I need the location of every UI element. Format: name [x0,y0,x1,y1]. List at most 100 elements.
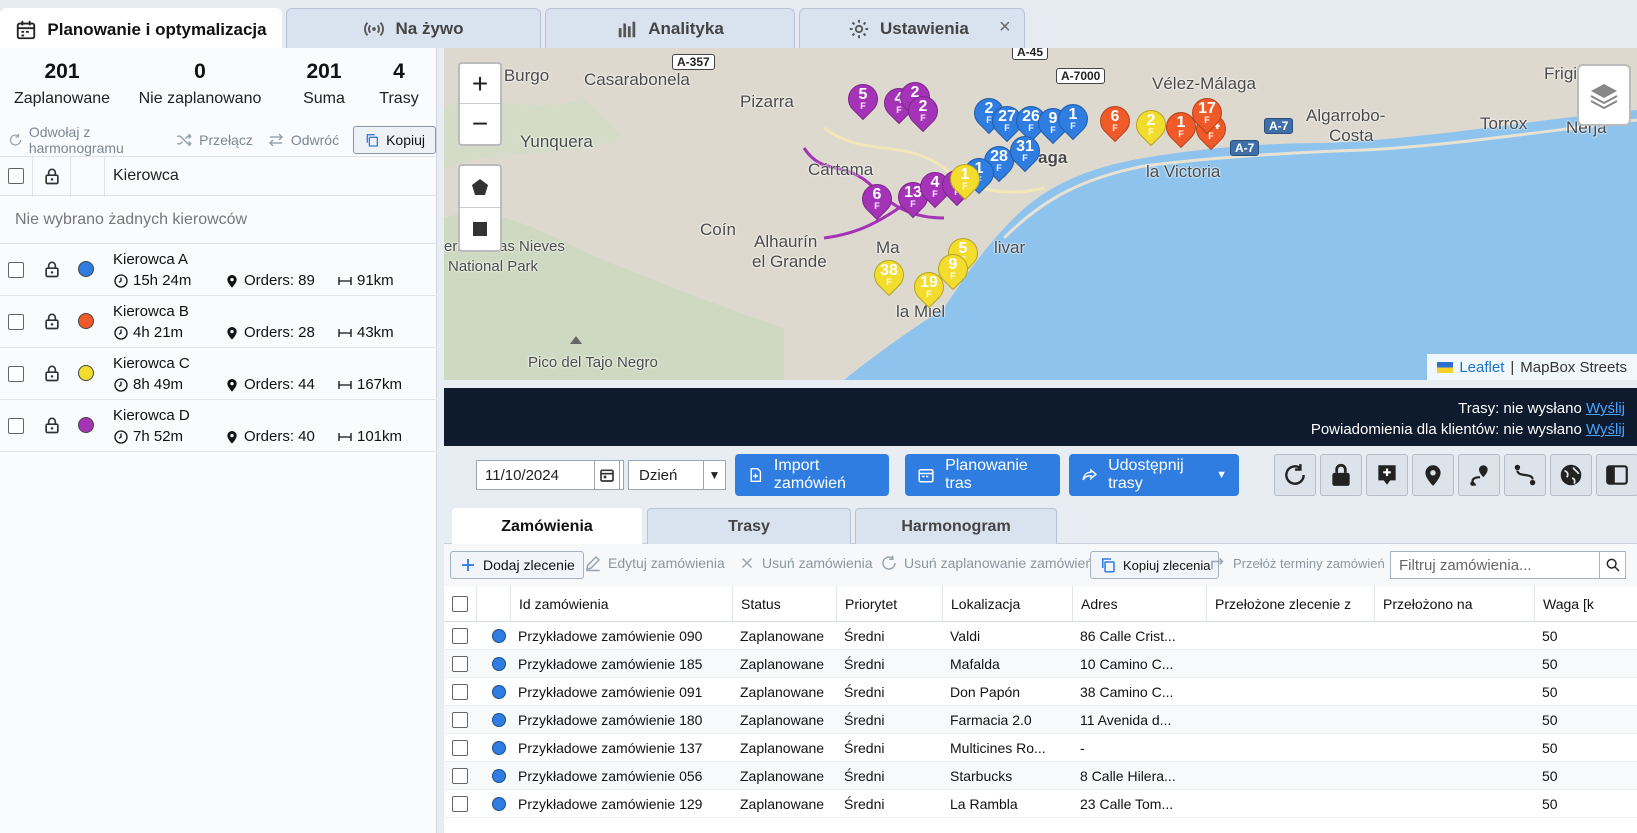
tab-schedule[interactable]: Harmonogram [855,508,1057,544]
delete-orders-button[interactable]: Usuń zamówienia [738,554,873,572]
reschedule-orders-button[interactable]: Przełóż terminy zamówień [1209,554,1385,572]
column-header[interactable]: Priorytet [836,586,942,622]
date-picker-button[interactable] [594,460,620,490]
row-checkbox[interactable] [452,684,468,700]
driver-row-a[interactable]: Kierowca A 15h 24m Orders: 89 91km [0,244,437,296]
table-row[interactable]: Przykładowe zamówienie 180 Zaplanowane Ś… [444,706,1637,734]
add-marker-button[interactable] [1366,454,1408,496]
order-pin[interactable]: 9F [931,247,975,294]
lock-icon[interactable] [42,259,62,279]
copy-orders-button[interactable]: Kopiuj zlecenia [1090,551,1220,579]
order-pin[interactable]: 2F [901,89,945,136]
tab-analytics[interactable]: Analityka [545,8,795,48]
row-checkbox[interactable] [452,768,468,784]
lock-button[interactable] [1320,454,1362,496]
period-select[interactable]: Dzień ▼ [628,460,726,490]
column-header[interactable]: Przełożono na [1374,586,1534,622]
tab-routes[interactable]: Trasy [647,508,851,544]
driver-color-dot[interactable] [78,261,94,277]
lock-icon[interactable] [42,166,62,186]
order-pin[interactable]: 1F [1051,97,1095,144]
order-pin[interactable]: 5F [841,77,885,124]
share-routes-button[interactable]: Udostępnij trasy ▼ [1069,454,1239,496]
draw-polygon-button[interactable] [460,166,500,208]
driver-row-d[interactable]: Kierowca D 7h 52m Orders: 40 101km [0,400,437,452]
unschedule-label: Odwołaj z harmonogramu [28,124,124,156]
driver-checkbox[interactable] [8,314,24,330]
copy-button[interactable]: Kopiuj [353,126,436,154]
row-checkbox[interactable] [452,628,468,644]
table-row[interactable]: Przykładowe zamówienie 091 Zaplanowane Ś… [444,678,1637,706]
zoom-in-button[interactable]: + [460,64,500,104]
driver-color-dot[interactable] [78,313,94,329]
refresh-button[interactable] [1274,454,1316,496]
table-row[interactable]: Przykładowe zamówienie 056 Zaplanowane Ś… [444,762,1637,790]
order-pin[interactable]: 17 F [1185,91,1229,138]
driver-row-b[interactable]: Kierowca B 4h 21m Orders: 28 43km [0,296,437,348]
send-notifications-link[interactable]: Wyślij [1586,421,1625,438]
lock-icon[interactable] [42,415,62,435]
order-pin[interactable]: 1F [943,157,987,204]
layers-button[interactable] [1577,64,1631,126]
table-row[interactable]: Przykładowe zamówienie 137 Zaplanowane Ś… [444,734,1637,762]
edit-orders-button[interactable]: Edytuj zamówienia [584,554,725,572]
order-pin[interactable]: 31 F [1003,129,1047,176]
cell-address: 23 Calle Tom... [1080,796,1174,812]
driver-color-dot[interactable] [78,365,94,381]
row-checkbox[interactable] [452,656,468,672]
lock-icon[interactable] [42,311,62,331]
row-checkbox[interactable] [452,712,468,728]
driver-color-dot[interactable] [78,417,94,433]
table-row[interactable]: Przykładowe zamówienie 129 Zaplanowane Ś… [444,790,1637,818]
column-header[interactable]: Status [732,586,836,622]
route-path-button[interactable] [1504,454,1546,496]
route-stop-button[interactable] [1458,454,1500,496]
locations-button[interactable] [1412,454,1454,496]
route-map[interactable]: El Burgo Casarabonela Pizarra Yunquera C… [444,48,1637,380]
close-icon[interactable]: × [999,16,1011,39]
tab-orders[interactable]: Zamówienia [452,508,642,545]
orders-table: Id zamówienia Status Priorytet Lokalizac… [444,586,1637,833]
globe-button[interactable] [1550,454,1592,496]
driver-row-c[interactable]: Kierowca C 8h 49m Orders: 44 167km [0,348,437,400]
tab-planning[interactable]: Planowanie i optymalizacja [0,8,282,50]
draw-rectangle-button[interactable] [460,208,500,250]
caret-down-icon: ▼ [1216,469,1227,481]
order-pin[interactable]: 2F [1129,103,1173,150]
column-header[interactable]: Adres [1072,586,1206,622]
cell-status: Zaplanowane [740,656,825,672]
import-orders-button[interactable]: Import zamówień [735,454,889,496]
column-header[interactable]: Lokalizacja [942,586,1072,622]
lock-icon[interactable] [42,363,62,383]
table-row[interactable]: Przykładowe zamówienie 090 Zaplanowane Ś… [444,622,1637,650]
row-checkbox[interactable] [452,740,468,756]
order-pin[interactable]: 6F [1093,99,1137,146]
column-header[interactable]: Id zamówienia [510,586,732,622]
add-order-button[interactable]: Dodaj zlecenie [450,551,584,579]
column-header[interactable]: Waga [k [1534,586,1637,622]
driver-checkbox[interactable] [8,418,24,434]
toggle-panel-button[interactable] [1596,454,1637,496]
driver-checkbox[interactable] [8,366,24,382]
cell-order-id: Przykładowe zamówienie 129 [518,796,703,812]
order-pin[interactable]: 38 F [867,253,911,300]
reverse-button[interactable]: Odwróć [267,131,339,149]
send-routes-link[interactable]: Wyślij [1586,400,1625,417]
zoom-out-button[interactable]: − [460,104,500,144]
leaflet-link[interactable]: Leaflet [1459,359,1504,376]
column-header[interactable]: Przełożone zlecenie z [1206,586,1374,622]
driver-checkbox[interactable] [8,262,24,278]
orders-filter-input[interactable]: Filtruj zamówienia... [1390,551,1626,579]
select-all-checkbox[interactable] [8,168,24,184]
unschedule-button[interactable]: Odwołaj z harmonogramu [8,124,161,156]
table-row[interactable]: Przykładowe zamówienie 185 Zaplanowane Ś… [444,650,1637,678]
row-checkbox[interactable] [452,796,468,812]
search-icon[interactable] [1599,552,1625,578]
switch-button[interactable]: Przełącz [175,131,253,149]
tab-live[interactable]: Na żywo [286,8,541,48]
select-all-checkbox[interactable] [452,596,468,612]
unschedule-orders-button[interactable]: Usuń zaplanowanie zamówień [880,554,1093,572]
tab-settings[interactable]: Ustawienia [799,8,1025,48]
plan-routes-button[interactable]: Planowanie tras [905,454,1060,496]
order-pin[interactable]: 6F [855,177,899,224]
